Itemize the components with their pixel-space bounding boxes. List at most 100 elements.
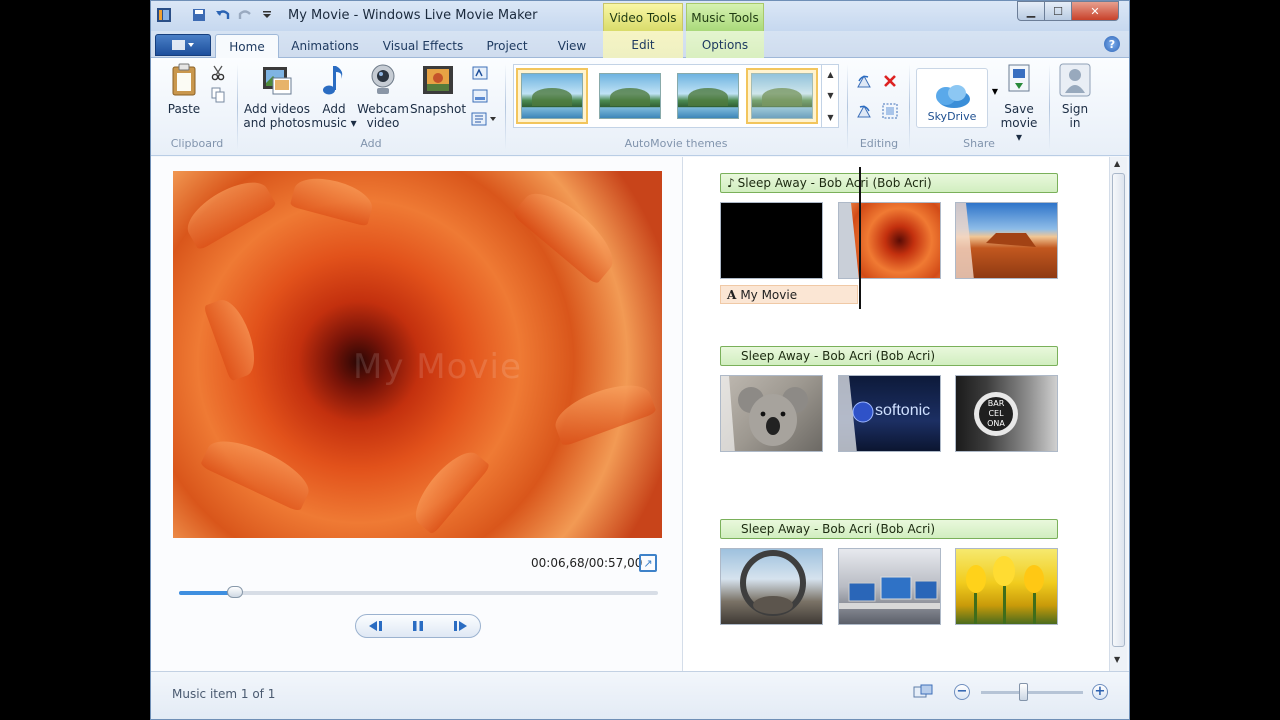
clipboard-icon: [167, 62, 201, 98]
separator: [237, 64, 238, 150]
playback-controls: [355, 614, 481, 638]
sign-in-button[interactable]: Sign in: [1055, 62, 1095, 130]
clip-sign-line: BAR: [987, 399, 1005, 408]
clip-koala[interactable]: [720, 375, 823, 452]
fullscreen-icon[interactable]: ↗: [639, 554, 657, 572]
music-track-bar[interactable]: Sleep Away - Bob Acri (Bob Acri): [720, 346, 1058, 366]
maximize-button[interactable]: ☐: [1044, 1, 1072, 21]
music-track-label: Sleep Away - Bob Acri (Bob Acri): [741, 349, 936, 363]
next-frame-icon[interactable]: [444, 616, 474, 636]
status-bar: Music item 1 of 1 − +: [151, 671, 1129, 719]
close-icon: ✕: [1090, 4, 1100, 18]
add-videos-photos-button[interactable]: Add videos and photos: [243, 62, 311, 130]
zoom-in-button[interactable]: +: [1092, 684, 1108, 700]
zoom-out-button[interactable]: −: [954, 684, 970, 700]
zoom-slider-thumb[interactable]: [1018, 683, 1028, 701]
customize-qat-icon[interactable]: [259, 7, 275, 23]
clip-sign-line: CEL: [988, 409, 1004, 418]
clip-black[interactable]: [720, 202, 823, 279]
clip-office-desks[interactable]: [838, 548, 941, 625]
user-icon: [1058, 62, 1092, 98]
title-overlay-text: My Movie: [353, 347, 522, 387]
snapshot-icon: [421, 62, 455, 98]
undo-icon[interactable]: [215, 7, 231, 23]
scroll-up-icon[interactable]: ▲: [1114, 159, 1120, 168]
scrollbar-thumb[interactable]: [1112, 173, 1125, 647]
music-track-bar[interactable]: Sleep Away - Bob Acri (Bob Acri): [720, 519, 1058, 539]
app-window: My Movie - Windows Live Movie Maker Vide…: [150, 0, 1130, 720]
text-caption-bar[interactable]: A My Movie: [720, 285, 858, 304]
save-movie-icon: [1002, 62, 1036, 98]
separator: [1049, 64, 1050, 150]
tab-animations[interactable]: Animations: [285, 34, 365, 58]
rotate-left-icon[interactable]: [855, 72, 873, 90]
credits-icon[interactable]: [471, 110, 499, 128]
tab-view[interactable]: View: [545, 34, 599, 58]
seek-bar-thumb[interactable]: [227, 586, 244, 598]
theme-thumbnail[interactable]: [516, 68, 588, 124]
window-title: My Movie - Windows Live Movie Maker: [288, 8, 538, 23]
tab-project[interactable]: Project: [479, 34, 535, 58]
playhead-indicator[interactable]: [859, 167, 861, 309]
scroll-down-icon[interactable]: ▼: [1114, 655, 1120, 664]
application-menu-button[interactable]: [155, 34, 211, 56]
minimize-button[interactable]: ▁: [1017, 1, 1045, 21]
skydrive-button[interactable]: SkyDrive: [916, 68, 988, 128]
tab-options[interactable]: Options: [686, 31, 764, 58]
ribbon: Paste Clipboard Add videos and photos Ad…: [151, 58, 1129, 156]
add-group-label: Add: [360, 137, 382, 150]
theme-gallery-scroll[interactable]: ▲ ▼ ▼: [821, 64, 839, 128]
separator: [847, 64, 848, 150]
clip-barcelona[interactable]: BAR CEL ONA: [955, 375, 1058, 452]
add-music-button[interactable]: Add music ▾: [311, 62, 357, 130]
save-icon[interactable]: [191, 7, 207, 23]
redo-icon[interactable]: [237, 7, 253, 23]
save-movie-button[interactable]: Save movie ▾: [999, 62, 1039, 144]
paste-button[interactable]: Paste: [165, 62, 203, 116]
timecode: 00:06,68/00:57,00: [531, 556, 643, 570]
clip-tulips[interactable]: [955, 548, 1058, 625]
caption-icon[interactable]: [471, 87, 489, 105]
skydrive-cloud-icon: [936, 85, 970, 108]
previous-frame-icon[interactable]: [362, 616, 392, 636]
rotate-right-icon[interactable]: [855, 102, 873, 120]
theme-thumbnail[interactable]: [594, 68, 666, 124]
clip-office-window[interactable]: [720, 548, 823, 625]
text-caption-label: My Movie: [740, 287, 798, 302]
copy-icon[interactable]: [209, 86, 227, 104]
app-icon[interactable]: [156, 7, 172, 23]
seek-bar[interactable]: [179, 586, 658, 598]
context-tab-video-tools: Video Tools: [603, 3, 683, 31]
remove-icon[interactable]: [881, 72, 899, 90]
video-preview-monitor[interactable]: My Movie: [173, 171, 662, 538]
storyboard-scrollbar[interactable]: ▲ ▼: [1109, 157, 1127, 671]
status-text: Music item 1 of 1: [172, 687, 276, 701]
zoom-slider[interactable]: [981, 691, 1083, 694]
webcam-video-button[interactable]: Webcam video: [357, 62, 409, 130]
sign-in-label-line2: in: [1069, 116, 1081, 130]
clip-flower[interactable]: [838, 202, 941, 279]
cut-icon[interactable]: [209, 64, 227, 82]
pause-icon[interactable]: [403, 616, 433, 636]
title-bar: My Movie - Windows Live Movie Maker Vide…: [151, 1, 1129, 31]
clipboard-group-label: Clipboard: [170, 137, 224, 150]
gallery-more-icon[interactable]: ▼: [827, 113, 833, 122]
scroll-down-icon[interactable]: ▼: [827, 91, 833, 100]
tab-home[interactable]: Home: [215, 34, 279, 59]
tab-visual-effects[interactable]: Visual Effects: [377, 34, 469, 58]
select-all-icon[interactable]: [881, 102, 899, 120]
tab-edit[interactable]: Edit: [603, 31, 683, 58]
theme-thumbnail[interactable]: [672, 68, 744, 124]
snapshot-button[interactable]: Snapshot: [409, 62, 467, 116]
close-button[interactable]: ✕: [1071, 1, 1119, 21]
scroll-up-icon[interactable]: ▲: [827, 70, 833, 79]
thumbnail-size-icon[interactable]: [913, 684, 933, 700]
title-icon[interactable]: [471, 64, 489, 82]
webcam-icon: [366, 62, 400, 98]
clip-softonic[interactable]: softonic: [838, 375, 941, 452]
theme-thumbnail[interactable]: [746, 68, 818, 124]
music-track-bar[interactable]: ♪ Sleep Away - Bob Acri (Bob Acri): [720, 173, 1058, 193]
help-icon[interactable]: ?: [1104, 36, 1120, 52]
clip-desert[interactable]: [955, 202, 1058, 279]
snapshot-label: Snapshot: [409, 102, 467, 116]
